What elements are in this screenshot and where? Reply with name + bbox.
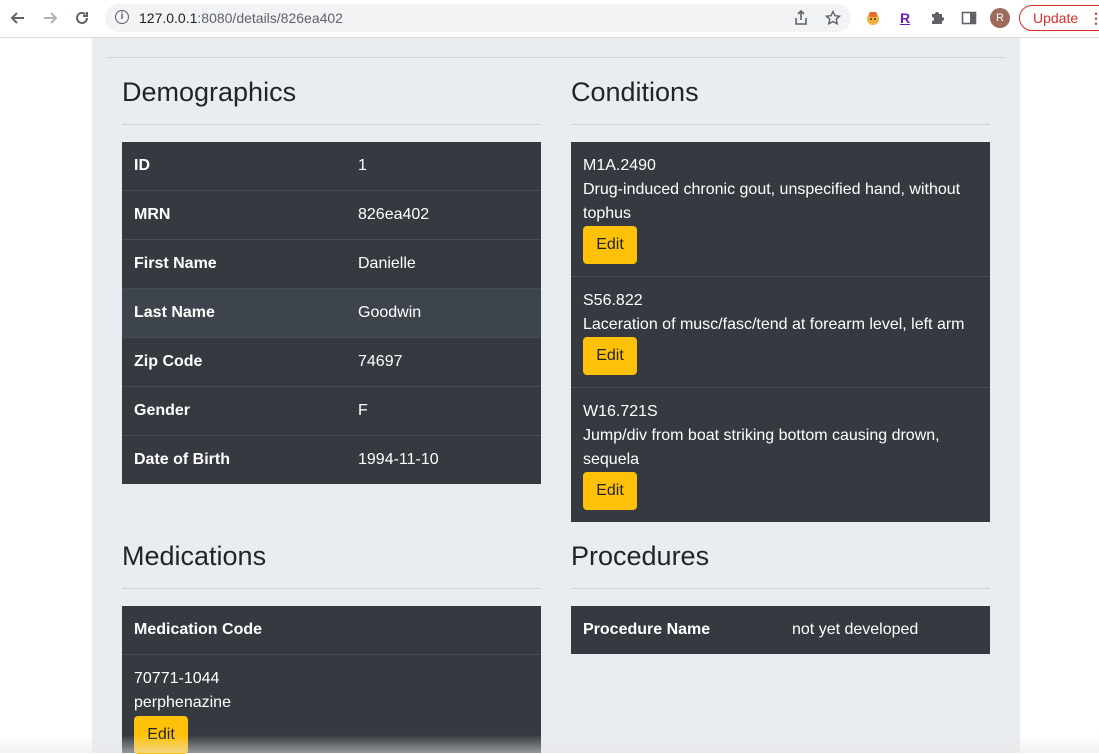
condition-description: Laceration of musc/fasc/tend at forearm …: [583, 316, 965, 333]
medication-name: perphenazine: [134, 694, 231, 711]
condition-code: M1A.2490: [583, 157, 656, 174]
column-header: Medication Code: [134, 621, 263, 638]
table-row: First Name Danielle: [122, 239, 541, 288]
condition-text: W16.721S Jump/div from boat striking bot…: [583, 400, 983, 472]
demographics-title: Demographics: [122, 77, 297, 107]
edit-medication-button[interactable]: Edit: [134, 716, 188, 754]
table-row: ID 1: [122, 142, 541, 190]
row-label: Last Name: [134, 304, 215, 321]
medication-code: 70771-1044: [134, 670, 220, 687]
row-label: Gender: [134, 402, 191, 419]
table-row: Date of Birth 1994-11-10: [122, 435, 541, 484]
condition-code: S56.822: [583, 292, 643, 309]
edit-condition-button[interactable]: Edit: [583, 226, 637, 264]
url-text[interactable]: 127.0.0.1:8080/details/826ea402: [139, 10, 343, 26]
medication-item: 70771-1044 perphenazine Edit: [122, 654, 541, 754]
divider: [107, 57, 1005, 58]
more-menu-icon[interactable]: ⋮: [1089, 6, 1099, 30]
row-value: 1: [358, 157, 367, 174]
reload-icon[interactable]: [70, 6, 94, 30]
condition-item: M1A.2490 Drug-induced chronic gout, unsp…: [571, 142, 990, 276]
url-path: :8080/details/826ea402: [197, 10, 343, 26]
update-label: Update: [1033, 10, 1079, 26]
conditions-table: M1A.2490 Drug-induced chronic gout, unsp…: [571, 142, 990, 522]
table-row: Gender F: [122, 386, 541, 435]
row-value: Danielle: [358, 255, 416, 272]
side-panel-icon[interactable]: [958, 7, 980, 29]
demographics-table: ID 1 MRN 826ea402 First Name Danielle La…: [122, 142, 541, 484]
row-label: MRN: [134, 206, 171, 223]
site-info-icon[interactable]: i: [115, 10, 129, 24]
condition-code: W16.721S: [583, 403, 658, 420]
browser-toolbar: i 127.0.0.1:8080/details/826ea402 R R Up…: [0, 0, 1099, 38]
row-label: First Name: [134, 255, 217, 272]
condition-description: Jump/div from boat striking bottom causi…: [583, 427, 940, 468]
address-bar[interactable]: i 127.0.0.1:8080/details/826ea402: [105, 4, 851, 32]
divider: [571, 588, 990, 589]
divider: [122, 588, 541, 589]
medication-text: 70771-1044 perphenazine: [134, 667, 534, 715]
row-label: ID: [134, 157, 150, 174]
procedures-title: Procedures: [571, 541, 710, 571]
row-label: Zip Code: [134, 353, 203, 370]
row-value: 826ea402: [358, 206, 430, 223]
forward-arrow-icon[interactable]: [38, 6, 62, 30]
procedure-value: not yet developed: [792, 621, 919, 638]
row-label: Date of Birth: [134, 451, 230, 468]
edit-condition-button[interactable]: Edit: [583, 472, 637, 510]
table-row: Zip Code 74697: [122, 337, 541, 386]
row-value: 74697: [358, 353, 403, 370]
update-button[interactable]: Update ⋮: [1019, 5, 1099, 31]
table-row: Last Name Goodwin: [122, 288, 541, 337]
table-row: Procedure Name not yet developed: [571, 606, 990, 654]
edit-condition-button[interactable]: Edit: [583, 337, 637, 375]
medications-title: Medications: [122, 541, 267, 571]
condition-text: S56.822 Laceration of musc/fasc/tend at …: [583, 289, 983, 337]
url-host: 127.0.0.1: [139, 10, 198, 26]
divider: [571, 124, 990, 125]
condition-description: Drug-induced chronic gout, unspecified h…: [583, 181, 961, 222]
table-row: MRN 826ea402: [122, 190, 541, 239]
condition-text: M1A.2490 Drug-induced chronic gout, unsp…: [583, 154, 983, 226]
extension-hat-icon[interactable]: [862, 7, 884, 29]
bookmark-star-icon[interactable]: [824, 9, 842, 27]
divider: [122, 124, 541, 125]
procedures-table: Procedure Name not yet developed: [571, 606, 990, 654]
row-value: F: [358, 402, 368, 419]
row-value: Goodwin: [358, 304, 422, 321]
back-arrow-icon[interactable]: [6, 6, 30, 30]
table-header-row: Medication Code: [122, 606, 541, 654]
extensions-puzzle-icon[interactable]: [926, 7, 948, 29]
profile-avatar[interactable]: R: [990, 8, 1010, 28]
condition-item: W16.721S Jump/div from boat striking bot…: [571, 387, 990, 523]
medications-table: Medication Code 70771-1044 perphenazine …: [122, 606, 541, 754]
condition-item: S56.822 Laceration of musc/fasc/tend at …: [571, 276, 990, 388]
extension-r-icon[interactable]: R: [894, 7, 916, 29]
row-value: 1994-11-10: [358, 451, 439, 468]
column-header: Procedure Name: [583, 621, 711, 638]
conditions-title: Conditions: [571, 77, 699, 107]
share-icon[interactable]: [792, 9, 810, 27]
